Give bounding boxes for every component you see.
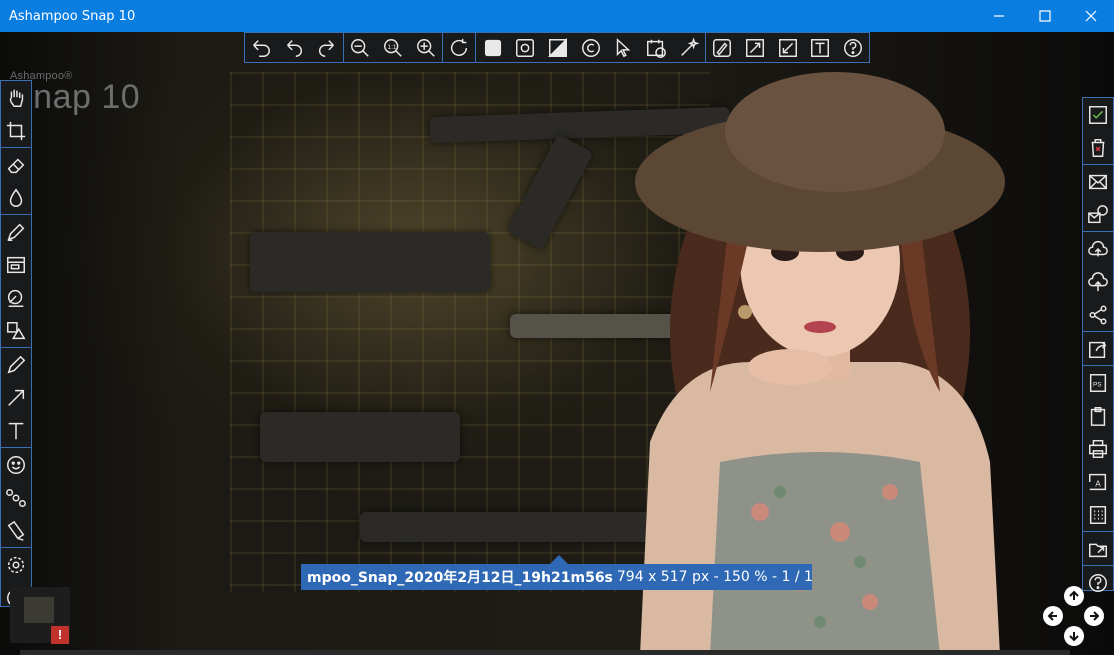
blur-tool-icon[interactable] (1, 181, 31, 214)
svg-text:PS: PS (1093, 381, 1102, 388)
calculator-icon[interactable] (1083, 498, 1113, 531)
export-icon[interactable] (1083, 532, 1113, 565)
pen-tool-icon[interactable] (1, 348, 31, 381)
thumbnail-image (24, 597, 54, 623)
right-toolbar: PS A (1082, 97, 1114, 592)
help-icon[interactable] (1083, 566, 1113, 599)
scroll-left-icon[interactable] (1043, 606, 1063, 626)
rifle-shape (250, 232, 490, 292)
sticker-tool-icon[interactable] (1, 448, 31, 481)
settings-icon[interactable] (1, 548, 31, 581)
email-icon[interactable] (1083, 165, 1113, 198)
undo-all-icon[interactable] (245, 33, 278, 62)
cloud-share-icon[interactable] (1083, 265, 1113, 298)
crop-tool-icon[interactable] (1, 114, 31, 147)
zoom-in-icon[interactable] (409, 33, 442, 62)
redo-icon[interactable] (310, 33, 343, 62)
window-tool-icon[interactable] (1, 248, 31, 281)
ocr-icon[interactable]: A (1083, 465, 1113, 498)
fill-tool-icon[interactable] (1, 281, 31, 314)
mark-icon[interactable] (706, 33, 739, 62)
text-box-icon[interactable] (804, 33, 837, 62)
text-tool-icon[interactable] (1, 414, 31, 447)
close-button[interactable] (1068, 0, 1114, 32)
open-with-icon[interactable] (1083, 332, 1113, 365)
web-email-icon[interactable] (1083, 198, 1113, 231)
zoom-actual-icon[interactable]: 1:1 (377, 33, 410, 62)
color-adjust-icon[interactable] (542, 33, 575, 62)
resize-icon[interactable] (739, 33, 772, 62)
svg-text:1:1: 1:1 (387, 43, 396, 50)
cloud-upload-icon[interactable] (1083, 232, 1113, 265)
timestamp-icon[interactable] (640, 33, 673, 62)
scroll-down-icon[interactable] (1064, 626, 1084, 646)
image-details: 794 x 517 px - 150 % - 1 / 1 (616, 569, 812, 585)
save-close-icon[interactable] (1083, 98, 1113, 131)
magic-wand-icon[interactable] (672, 33, 705, 62)
svg-text:A: A (1095, 479, 1101, 488)
window-title: Ashampoo Snap 10 (9, 8, 136, 24)
delete-icon[interactable] (1083, 131, 1113, 164)
horizontal-scrollbar[interactable] (20, 650, 1070, 655)
rotate-icon[interactable] (443, 33, 476, 62)
effects-icon[interactable] (509, 33, 542, 62)
eraser-tool-icon[interactable] (1, 148, 31, 181)
photoshop-icon[interactable]: PS (1083, 366, 1113, 399)
left-toolbar (0, 80, 32, 607)
arrow-tool-icon[interactable] (1, 381, 31, 414)
file-name: mpoo_Snap_2020年2月12日_19h21m56s (307, 570, 613, 586)
scroll-up-icon[interactable] (1064, 586, 1084, 606)
clipboard-icon[interactable] (1083, 399, 1113, 432)
title-bar: Ashampoo Snap 10 (0, 0, 1114, 32)
copyright-icon[interactable] (574, 33, 607, 62)
shrink-icon[interactable] (771, 33, 804, 62)
frame-icon[interactable] (476, 33, 509, 62)
minimize-button[interactable] (976, 0, 1022, 32)
maximize-button[interactable] (1022, 0, 1068, 32)
top-toolbar: 1:1 (244, 32, 870, 63)
help-icon[interactable] (836, 33, 869, 62)
shapes-tool-icon[interactable] (1, 314, 31, 347)
highlighter-tool-icon[interactable] (1, 215, 31, 248)
cursor-icon[interactable] (607, 33, 640, 62)
zoom-out-icon[interactable] (344, 33, 377, 62)
rifle-shape (360, 512, 660, 542)
rifle-shape (260, 412, 460, 462)
undo-icon[interactable] (278, 33, 311, 62)
scroll-right-icon[interactable] (1084, 606, 1104, 626)
spotlight-tool-icon[interactable] (1, 514, 31, 547)
share-icon[interactable] (1083, 298, 1113, 331)
numbering-tool-icon[interactable] (1, 481, 31, 514)
info-pointer (550, 555, 568, 564)
print-icon[interactable] (1083, 432, 1113, 465)
thumbnail-warning-badge: ! (51, 626, 69, 644)
image-info-bar: mpoo_Snap_2020年2月12日_19h21m56s 794 x 517… (301, 564, 812, 590)
hand-tool-icon[interactable] (1, 81, 31, 114)
